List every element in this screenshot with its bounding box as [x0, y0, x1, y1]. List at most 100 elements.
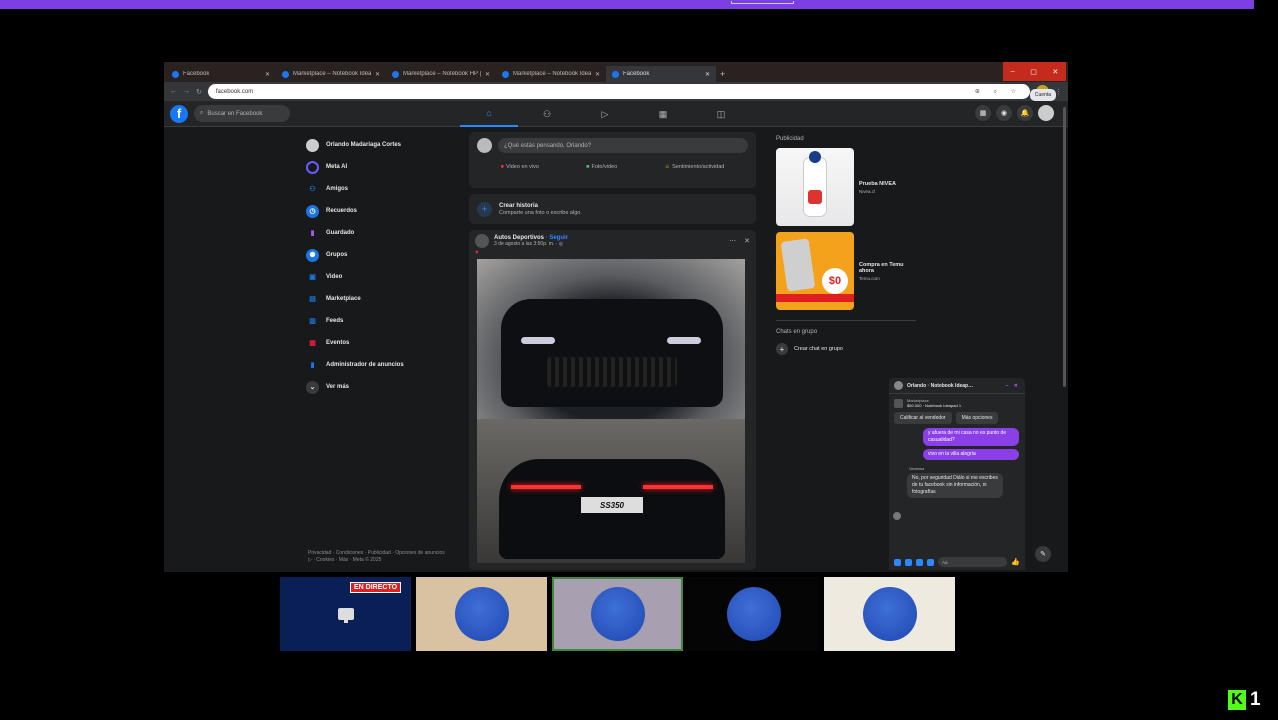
composer-input[interactable]: ¿Qué estás pensando, Orlando?	[498, 138, 748, 153]
tab-gaming[interactable]: ◫	[692, 101, 750, 127]
omnibox-actions-icon[interactable]: ⊕ ⌕ ☆	[975, 88, 1022, 96]
message-input[interactable]: Aa	[938, 557, 1008, 567]
taillight-right	[643, 485, 713, 489]
close-window-button[interactable]: ✕	[1052, 68, 1058, 76]
sidebar-footer-links[interactable]: Privacidad · Condiciones · Publicidad · …	[308, 550, 448, 564]
right-sidebar: Publicidad Prueba NIVEA Nivea.cl $0 Compr…	[776, 136, 916, 355]
reload-icon[interactable]: ↻	[196, 88, 202, 96]
more-options-button[interactable]: Más opciones	[955, 412, 999, 424]
participant-tile[interactable]	[416, 577, 547, 651]
maximize-button[interactable]: ▢	[1030, 68, 1037, 76]
headlight-right	[667, 337, 701, 344]
tab-marketplace[interactable]: ▦	[634, 101, 692, 127]
browser-tab[interactable]: Marketplace – Notebook Ideap…✕	[496, 66, 606, 82]
memories-icon: ◷	[306, 204, 319, 218]
sidebar-item-marketplace[interactable]: ▤ Marketplace	[306, 288, 456, 310]
sticker-icon[interactable]	[916, 558, 923, 566]
more-options-icon[interactable]: ⋯	[729, 237, 736, 245]
sidebar-item-events[interactable]: ▦ Eventos	[306, 332, 456, 354]
chat-controls-icon[interactable]: – ✕	[1006, 383, 1020, 389]
sidebar-item-see-more[interactable]: ⌄ Ver más	[306, 376, 456, 398]
sponsored-ad[interactable]: Prueba NIVEA Nivea.cl	[776, 148, 916, 226]
participant-tile-active[interactable]	[552, 577, 683, 651]
sidebar-item-friends[interactable]: ⚇ Amigos	[306, 178, 456, 200]
forward-icon[interactable]: →	[183, 88, 190, 95]
facebook-favicon-icon	[172, 70, 179, 78]
new-message-icon[interactable]: ✎	[1035, 546, 1051, 562]
avatar	[590, 587, 645, 641]
feed-post: Autos Deportivos · Seguir 3 de agosto a …	[469, 230, 756, 570]
product-thumbnail	[894, 398, 903, 408]
sidebar-item-saved[interactable]: ▮ Guardado	[306, 222, 456, 244]
nivea-cap	[809, 151, 821, 163]
photo-video-button[interactable]: ■ Foto/video	[586, 164, 617, 170]
close-tab-icon[interactable]: ✕	[375, 71, 380, 78]
image-icon[interactable]	[905, 558, 912, 566]
taillight-left	[511, 485, 581, 489]
participant-tile[interactable]	[688, 577, 819, 651]
messenger-icon[interactable]: ◉	[996, 105, 1012, 121]
chat-header[interactable]: Orlando · Notebook Ideap… – ✕	[889, 378, 1025, 394]
sidebar-item-profile[interactable]: Orlando Madariaga Cortes	[306, 134, 456, 156]
sidebar-item-memories[interactable]: ◷ Recuerdos	[306, 200, 456, 222]
plus-icon: +	[776, 343, 788, 355]
close-tab-icon[interactable]: ✕	[705, 71, 710, 78]
facebook-logo[interactable]: f	[170, 104, 188, 123]
avatar	[893, 512, 901, 520]
close-tab-icon[interactable]: ✕	[485, 71, 490, 78]
facebook-favicon-icon	[502, 70, 509, 78]
close-tab-icon[interactable]: ✕	[595, 71, 600, 78]
create-story-card[interactable]: + Crear historia Comparte una foto o esc…	[469, 194, 756, 224]
sidebar-item-groups[interactable]: ⚉ Grupos	[306, 244, 456, 266]
live-video-button[interactable]: ■ Video en vivo	[501, 164, 539, 170]
bottle-shape	[804, 158, 826, 216]
chat-composer: Aa 👍	[889, 554, 1025, 570]
tab-video[interactable]: ▷	[576, 101, 634, 127]
tab-friends[interactable]: ⚇	[518, 101, 576, 127]
page-avatar[interactable]	[475, 234, 489, 248]
heart-icon: ♥	[475, 250, 479, 256]
avatar	[306, 138, 319, 152]
create-group-chat-button[interactable]: + Crear chat en grupo	[776, 343, 916, 355]
close-tab-icon[interactable]: ✕	[265, 71, 270, 78]
browser-tab[interactable]: Marketplace – Notebook Ideap…✕	[276, 66, 386, 82]
browser-tab[interactable]: Facebook ✕	[166, 66, 276, 82]
sidebar-item-ads-manager[interactable]: ▮ Administrador de anuncios	[306, 354, 456, 376]
account-avatar[interactable]	[1038, 105, 1054, 121]
participant-tile[interactable]	[824, 577, 955, 651]
sidebar-item-meta-ai[interactable]: Meta AI	[306, 156, 456, 178]
facebook-search-input[interactable]: ⌕ Buscar en Facebook	[194, 105, 290, 122]
sidebar-item-video[interactable]: ▣ Video	[306, 266, 456, 288]
chat-product-info[interactable]: Marketplace $50.000 · Notebook Ideapad 1	[889, 394, 1025, 412]
story-subtitle: Comparte una foto o escribe algo.	[499, 209, 582, 216]
sidebar-item-feeds[interactable]: ▥ Feeds	[306, 310, 456, 332]
close-icon[interactable]: ✕	[744, 237, 750, 245]
browser-tab[interactable]: Marketplace – Notebook HP | … ✕	[386, 66, 496, 82]
feeling-activity-button[interactable]: ☺ Sentimiento/actividad	[664, 164, 724, 170]
participant-tile-screen[interactable]: EN DIRECTO	[280, 577, 411, 651]
sender-name: Vanessa	[909, 466, 925, 471]
browser-tab-active[interactable]: Facebook ✕	[606, 66, 716, 82]
new-tab-button[interactable]: +	[720, 69, 725, 79]
chevron-down-icon: ⌄	[306, 380, 319, 394]
message-list: y afuera de mi casa no es punto de casua…	[889, 424, 1025, 534]
back-icon[interactable]: ←	[170, 88, 177, 95]
browser-menu-icon[interactable]: ⋮	[1055, 88, 1062, 96]
page-scrollbar[interactable]	[1063, 107, 1066, 387]
ad-title: Prueba NIVEA	[859, 180, 896, 187]
notifications-icon[interactable]: 🔔	[1017, 105, 1033, 121]
url-input[interactable]: facebook.com ⊕ ⌕ ☆	[207, 84, 1030, 99]
actions-icon[interactable]	[894, 558, 901, 566]
screen-share-icon	[337, 608, 354, 623]
sponsored-ad[interactable]: $0 Compra en Temu ahora Temu.com	[776, 232, 916, 310]
rate-seller-button[interactable]: Calificar al vendedor	[894, 412, 952, 424]
tab-home[interactable]: ⌂	[460, 101, 518, 127]
ad-title: Compra en Temu ahora	[859, 261, 904, 274]
menu-grid-icon[interactable]: ▦	[975, 105, 991, 121]
minimize-button[interactable]: –	[1011, 68, 1015, 75]
post-image[interactable]: SS350	[477, 259, 745, 563]
post-timestamp: 3 de agosto a las 3:50p. m. · ◎	[494, 241, 564, 247]
avatar	[726, 587, 781, 641]
like-icon[interactable]: 👍	[1011, 558, 1020, 566]
gif-icon[interactable]	[927, 558, 934, 566]
